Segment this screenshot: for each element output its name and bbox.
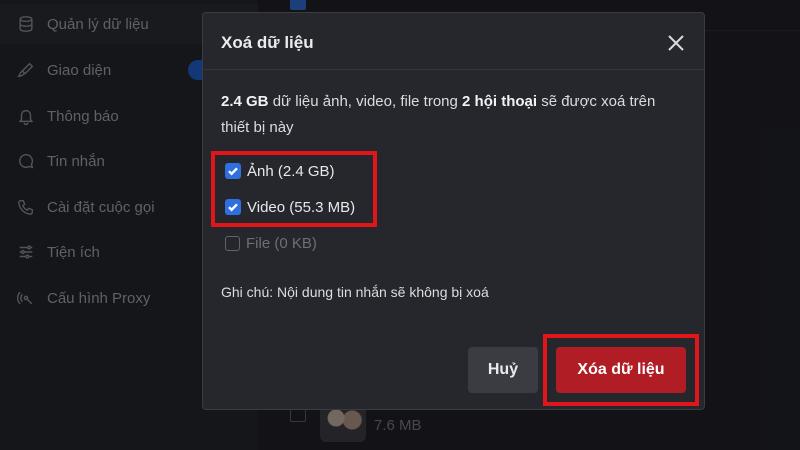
option-files[interactable]: File (0 KB) [225, 231, 317, 255]
close-button[interactable] [663, 30, 689, 56]
desc-text: dữ liệu ảnh, video, file trong [268, 93, 463, 110]
dialog-title: Xoá dữ liệu [221, 33, 314, 52]
desc-conversations: 2 hội thoại [462, 93, 538, 110]
desc-size: 2.4 GB [221, 93, 269, 110]
dialog-divider [203, 69, 704, 70]
highlight-frame [543, 334, 699, 406]
close-icon [668, 35, 684, 51]
cancel-button[interactable]: Huỷ [468, 347, 538, 393]
dialog-note: Ghi chú: Nội dung tin nhắn sẽ không bị x… [221, 284, 489, 300]
checkbox-unchecked[interactable] [225, 235, 240, 251]
delete-data-dialog: Xoá dữ liệu 2.4 GB dữ liệu ảnh, video, f… [202, 12, 705, 410]
highlight-frame [211, 151, 377, 227]
option-label: File (0 KB) [246, 234, 317, 252]
dialog-description: 2.4 GB dữ liệu ảnh, video, file trong 2 … [221, 89, 681, 141]
